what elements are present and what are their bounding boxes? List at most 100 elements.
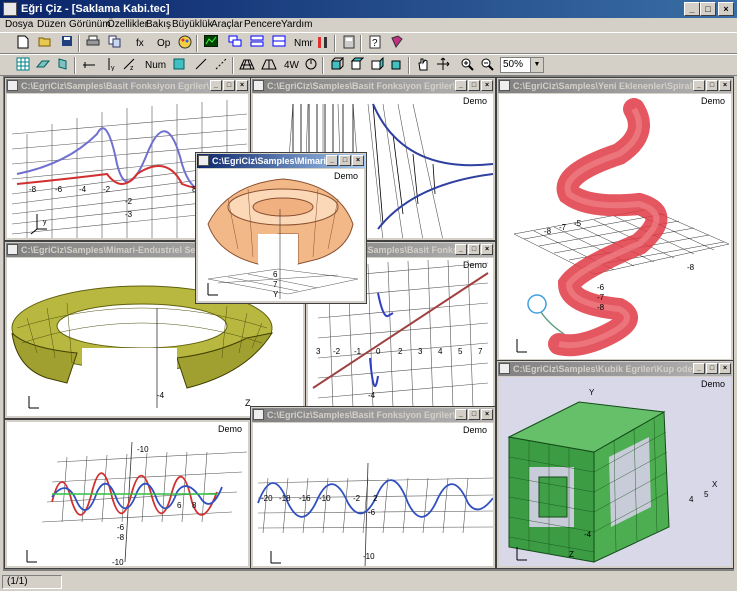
minimize-button[interactable]: _ [455,80,467,91]
menu-ozellikler[interactable]: Özellikler [107,19,148,30]
close-button[interactable]: × [481,244,493,255]
close-button[interactable]: × [481,80,493,91]
zoom-select[interactable]: 50% ▼ [500,57,544,73]
open-folder-icon[interactable] [36,35,54,52]
menu-buyukluk[interactable]: Büyüklük [172,19,213,30]
cube-side-icon[interactable] [348,57,366,74]
dash-line-icon[interactable] [212,57,230,74]
help-icon[interactable]: ? [366,35,384,52]
graph-canvas[interactable]: Demo -20 -18 -16 -10 -2 2 -6 -10 [253,423,493,566]
chevron-down-icon[interactable]: ▼ [530,58,543,72]
maximize-button[interactable]: □ [468,244,480,255]
book-icon[interactable] [388,35,406,52]
surface-color-icon[interactable] [170,57,188,74]
graph-window-active[interactable]: C:\EgriCiz\Samples\Mimari... _ □ × Demo 67… [195,152,367,304]
zoom-value: 50% [503,59,524,70]
graph-window-7[interactable]: Demo -10 -6 -8 -10 6 8 [4,419,251,569]
menu-yardim[interactable]: Yardım [281,19,313,30]
maximize-button[interactable]: □ [700,2,716,16]
plane-xz-icon[interactable] [54,57,72,74]
svg-text:-8: -8 [544,227,552,236]
graph-canvas[interactable]: Demo 67Y [198,169,364,301]
close-button[interactable]: × [719,363,731,374]
axis-x-icon[interactable] [80,57,98,74]
close-button[interactable]: × [718,2,734,16]
op-button[interactable]: Op [155,35,172,52]
menu-bakis[interactable]: Bakış [146,19,171,30]
nmr-button[interactable]: Nmr [292,35,315,52]
window-title: C:\EgriCiz\Samples\Kubik Egriler\Kup ode… [513,364,701,374]
palette-icon[interactable] [176,35,194,52]
status-pane-page: (1/1) [2,575,62,589]
menu-pencere[interactable]: Pencere [244,19,281,30]
close-button[interactable]: × [236,80,248,91]
cube-top-icon[interactable] [368,56,386,74]
line-tool-icon[interactable] [192,57,210,74]
minimize-button[interactable]: _ [693,80,705,91]
graph-canvas[interactable]: Demo -10 -6 -8 -10 6 8 [7,422,248,566]
window-caption[interactable]: C:\EgriCiz\Samples\Kubik Egriler\Kup ode… [498,362,732,376]
window-caption[interactable]: C:\EgriCiz\Samples\Basit Fonksiyon Egril… [252,408,494,422]
close-button[interactable]: × [352,155,364,166]
minimize-button[interactable]: _ [455,244,467,255]
minimize-button[interactable]: _ [326,155,338,166]
zoom-out-icon[interactable] [478,57,496,74]
rotate-icon[interactable] [302,57,320,74]
maximize-button[interactable]: □ [339,155,351,166]
save-icon[interactable] [58,35,76,52]
window-caption[interactable]: C:\EgriCiz\Samples\Basit Fonksiyon Egril… [6,79,249,93]
graph-canvas[interactable]: Demo Y 5 X 4 -4 Z [499,377,731,566]
window-caption[interactable]: C:\EgriCiz\Samples\Yeni Eklenenler\Spira… [498,79,732,93]
grid-icon[interactable] [14,57,32,74]
menu-gorunum[interactable]: Görünüm [69,19,111,30]
cube-front-icon[interactable] [328,57,346,74]
cube-wire-icon[interactable] [388,57,406,74]
minimize-button[interactable]: _ [210,80,222,91]
num-button[interactable]: Num [143,57,168,74]
calculator-icon[interactable] [340,35,358,52]
maximize-button[interactable]: □ [468,409,480,420]
toolbar-separator [78,35,80,52]
tools-icon[interactable] [314,35,332,52]
maximize-button[interactable]: □ [706,80,718,91]
four-view-button[interactable]: 4W [282,57,301,74]
print-icon[interactable] [84,35,102,52]
graph-window-3[interactable]: C:\EgriCiz\Samples\Yeni Eklenenler\Spira… [496,77,734,362]
close-button[interactable]: × [719,80,731,91]
maximize-button[interactable]: □ [706,363,718,374]
menu-duzen[interactable]: Düzen [37,19,66,30]
maximize-button[interactable]: □ [468,80,480,91]
close-button[interactable]: × [481,409,493,420]
perspective-grid-icon[interactable] [238,57,256,74]
new-file-icon[interactable] [14,35,32,52]
maximize-button[interactable]: □ [223,80,235,91]
copy-icon[interactable] [106,35,124,52]
menu-dosya[interactable]: Dosya [5,19,33,30]
cascade-windows-icon[interactable] [226,35,244,52]
axis-z-icon[interactable]: z [120,57,138,74]
graph-window-6[interactable]: C:\EgriCiz\Samples\Kubik Egriler\Kup ode… [496,360,734,569]
graph-window-8[interactable]: C:\EgriCiz\Samples\Basit Fonksiyon Egril… [250,406,496,569]
axis-y-icon[interactable]: y [100,57,118,74]
window-caption[interactable]: C:\EgriCiz\Samples\Mimari... _ □ × [197,154,365,168]
minimize-button[interactable]: _ [693,363,705,374]
graph-canvas[interactable]: Demo -8 -7 -5 -8 -6 -7 -8 [499,94,731,359]
toolbar-separator [408,57,410,74]
svg-text:-8: -8 [597,303,605,312]
minimize-button[interactable]: _ [684,2,700,16]
tile-vertical-icon[interactable] [270,35,288,52]
tile-horizontal-icon[interactable] [248,35,266,52]
graph-screen-icon[interactable] [202,34,220,52]
menu-araclar[interactable]: Araçlar [211,19,243,30]
zoom-in-icon[interactable] [458,57,476,74]
move-arrows-icon[interactable] [434,57,452,74]
fx-button[interactable]: fx [134,35,146,52]
svg-text:z: z [130,65,134,71]
window-caption[interactable]: C:\EgriCiz\Samples\Basit Fonksiyon Egril… [252,79,494,93]
plane-xy-icon[interactable] [34,57,52,74]
toolbar-separator [334,35,336,52]
minimize-button[interactable]: _ [455,409,467,420]
hand-pan-icon[interactable] [414,57,432,74]
perspective-floor-icon[interactable] [260,57,278,74]
svg-text:2: 2 [373,494,378,503]
